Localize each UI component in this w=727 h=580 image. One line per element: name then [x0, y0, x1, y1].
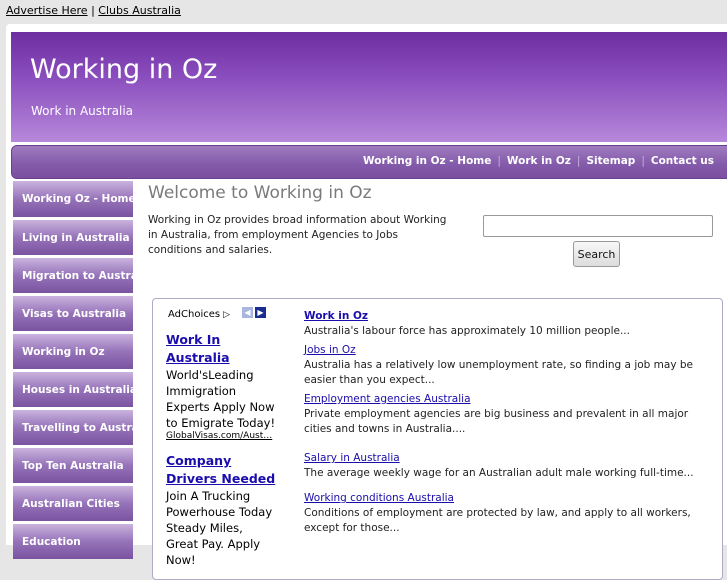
- ad-nav: ◀ ▶: [242, 307, 268, 318]
- page-container: Working in Oz Work in Australia Working …: [6, 24, 727, 580]
- site-header: Working in Oz Work in Australia: [11, 32, 727, 142]
- ad-panel: AdChoices ▷ ◀ ▶ Work In Australia World'…: [152, 298, 723, 580]
- site-subtitle: Work in Australia: [31, 104, 134, 118]
- ad-item: Company Drivers Needed Join A Trucking P…: [166, 452, 276, 568]
- link-title[interactable]: Employment agencies Australia: [304, 392, 704, 407]
- ad-prev-icon[interactable]: ◀: [242, 307, 253, 318]
- top-separator: |: [91, 4, 95, 17]
- sidebar-item-living[interactable]: Living in Australia: [13, 220, 133, 255]
- list-item: Work in Oz Australia's labour force has …: [304, 309, 704, 339]
- main-nav: Working in Oz - Home | Work in Oz | Site…: [11, 145, 727, 179]
- nav-item-work-in-oz[interactable]: Work in Oz: [507, 155, 571, 167]
- link-desc: Private employment agencies are big busi…: [304, 408, 689, 435]
- sidebar-item-home[interactable]: Working Oz - Home: [13, 181, 133, 217]
- sidebar-item-houses[interactable]: Houses in Australia: [13, 372, 133, 407]
- sidebar-item-migration[interactable]: Migration to Australia: [13, 258, 133, 293]
- search-button[interactable]: Search: [573, 241, 620, 267]
- link-title[interactable]: Jobs in Oz: [304, 343, 704, 358]
- sidebar-item-working[interactable]: Working in Oz: [13, 334, 133, 369]
- nav-item-home[interactable]: Working in Oz - Home: [363, 155, 491, 167]
- ad-body: World'sLeading Immigration Experts Apply…: [166, 368, 276, 430]
- sidebar-item-travelling[interactable]: Travelling to Australia: [13, 410, 133, 445]
- ad-item: Work In Australia World'sLeading Immigra…: [166, 331, 276, 441]
- search-input[interactable]: [483, 215, 713, 237]
- nav-item-sitemap[interactable]: Sitemap: [586, 155, 635, 167]
- list-item: Salary in Australia The average weekly w…: [304, 451, 704, 481]
- sidebar-item-visas[interactable]: Visas to Australia: [13, 296, 133, 331]
- link-desc: Conditions of employment are protected b…: [304, 507, 691, 534]
- link-desc: The average weekly wage for an Australia…: [304, 467, 694, 479]
- sidebar-menu: Working Oz - Home Living in Australia Mi…: [13, 181, 133, 562]
- ad-title[interactable]: Work In Australia: [166, 331, 276, 367]
- adchoices-icon: ▷: [223, 309, 231, 320]
- sidebar-item-education[interactable]: Education: [13, 524, 133, 559]
- sidebar-item-cities[interactable]: Australian Cities: [13, 486, 133, 521]
- ad-url[interactable]: GlobalVisas.com/Aust…: [166, 431, 276, 441]
- top-links: Advertise Here | Clubs Australia: [6, 4, 181, 17]
- link-title[interactable]: Working conditions Australia: [304, 491, 704, 506]
- sidebar-item-top-ten[interactable]: Top Ten Australia: [13, 448, 133, 483]
- list-item: Jobs in Oz Australia has a relatively lo…: [304, 343, 704, 388]
- ad-next-icon[interactable]: ▶: [255, 307, 266, 318]
- page-title: Welcome to Working in Oz: [148, 183, 372, 203]
- ad-body: Join A Trucking Powerhouse Today Steady …: [166, 489, 273, 567]
- advertise-link[interactable]: Advertise Here: [6, 4, 88, 17]
- site-title[interactable]: Working in Oz: [30, 54, 217, 85]
- article-links: Work in Oz Australia's labour force has …: [304, 309, 704, 544]
- intro-text: Working in Oz provides broad information…: [148, 214, 447, 256]
- link-desc: Australia's labour force has approximate…: [304, 325, 630, 337]
- link-title[interactable]: Salary in Australia: [304, 451, 704, 466]
- link-title[interactable]: Work in Oz: [304, 309, 704, 324]
- adchoices-label[interactable]: AdChoices ▷: [168, 309, 230, 320]
- ad-title[interactable]: Company Drivers Needed: [166, 452, 276, 488]
- list-item: Working conditions Australia Conditions …: [304, 491, 704, 536]
- list-item: Employment agencies Australia Private em…: [304, 392, 704, 437]
- nav-item-contact[interactable]: Contact us: [651, 155, 714, 167]
- clubs-australia-link[interactable]: Clubs Australia: [98, 4, 181, 17]
- link-desc: Australia has a relatively low unemploym…: [304, 359, 694, 386]
